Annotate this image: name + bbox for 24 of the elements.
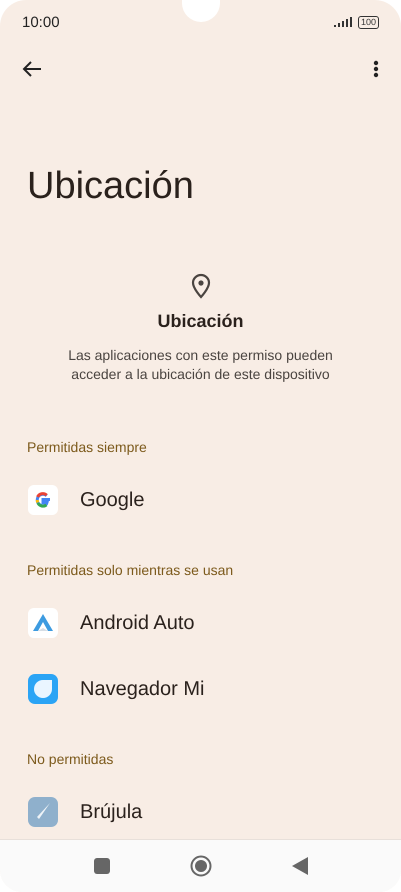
section-header: Permitidas siempre [27,438,148,456]
app-list-item[interactable]: Google [0,475,401,525]
location-pin-icon [190,273,210,299]
more-options-icon[interactable] [373,60,379,78]
app-icon [28,674,58,704]
section-header: No permitidas [27,750,114,768]
app-list-item[interactable]: Brújula [0,787,401,837]
app-list-item[interactable]: Navegador Mi [0,664,401,714]
app-icon [28,797,58,827]
signal-icon [334,17,352,27]
page-title: Ubicación [27,164,195,209]
section-header: Permitidas solo mientras se usan [27,561,234,579]
camera-notch [182,0,220,22]
app-icon [28,608,58,638]
back-icon[interactable] [22,60,42,78]
permission-heading: Ubicación [157,311,244,332]
app-list-item[interactable]: Android Auto [0,598,401,648]
recent-apps-button[interactable] [94,858,110,874]
permission-description: Las aplicaciones con este permiso pueden acceder a la ubicación de este dispositivo [67,346,334,384]
status-time: 10:00 [22,14,60,30]
battery-level: 100 [358,16,379,28]
back-button[interactable] [292,857,308,875]
home-button[interactable] [190,855,212,877]
app-icon [28,485,58,515]
